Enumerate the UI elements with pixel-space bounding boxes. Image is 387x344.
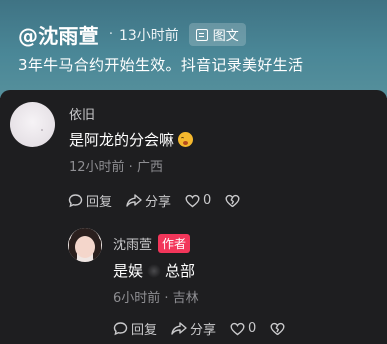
reply-icon <box>113 322 128 336</box>
share-label: 分享 <box>190 323 217 338</box>
like-count: 0 <box>203 193 212 208</box>
reply-button[interactable]: 回复 <box>113 319 157 338</box>
share-label: 分享 <box>145 195 172 210</box>
reply-button[interactable]: 回复 <box>68 191 112 210</box>
author-handle[interactable]: @沈雨萱 <box>18 20 99 49</box>
comment-username[interactable]: 依旧 <box>69 104 95 123</box>
reply-username[interactable]: 沈雨萱 <box>113 238 152 253</box>
blurred-emoji-icon <box>147 264 162 278</box>
comment-actions: 回复 分享 0 <box>68 191 257 210</box>
broken-heart-icon <box>225 194 240 207</box>
like-button[interactable]: 0 <box>185 193 211 208</box>
post-caption: 3年牛马合约开始生效。抖音记录美好生活 <box>18 56 304 74</box>
author-avatar[interactable] <box>68 228 102 262</box>
astonished-emoji-icon <box>178 132 194 147</box>
post-title-row: @沈雨萱 · 13小时前 图文 <box>18 20 246 49</box>
share-button[interactable]: 分享 <box>126 191 171 210</box>
reply-actions: 回复 分享 0 <box>113 319 302 338</box>
reply-meta: 6小时前 · 吉林 <box>113 291 199 306</box>
comment-meta: 12小时前 · 广西 <box>69 160 163 175</box>
like-button[interactable]: 0 <box>230 321 256 336</box>
post-time: 13小时前 <box>118 27 179 44</box>
like-count: 0 <box>248 321 257 336</box>
comment-text: 是阿龙的分会嘛 <box>69 129 194 150</box>
comment-text-content: 是阿龙的分会嘛 <box>69 131 175 149</box>
avatar[interactable] <box>10 102 55 147</box>
share-icon <box>171 322 187 335</box>
reply-text-part1: 是娱 <box>113 262 144 280</box>
post-header: @沈雨萱 · 13小时前 图文 3年牛马合约开始生效。抖音记录美好生活 <box>0 0 387 98</box>
reply-username-row: 沈雨萱 作者 <box>113 234 191 253</box>
heart-icon <box>185 194 200 207</box>
dislike-button[interactable] <box>270 322 288 336</box>
image-text-icon <box>195 28 208 41</box>
separator-dot: · <box>108 27 113 42</box>
share-icon <box>126 194 142 207</box>
author-badge: 作者 <box>158 234 191 253</box>
heart-icon <box>230 322 245 335</box>
reply-text: 是娱 总部 <box>113 260 195 281</box>
share-button[interactable]: 分享 <box>171 319 216 338</box>
broken-heart-icon <box>270 322 285 335</box>
post-type-tag: 图文 <box>188 23 246 46</box>
reply-icon <box>68 194 83 208</box>
reply-text-part2: 总部 <box>165 262 196 280</box>
reply-label: 回复 <box>131 323 158 338</box>
reply-label: 回复 <box>86 195 113 210</box>
post-type-label: 图文 <box>212 29 239 44</box>
dislike-button[interactable] <box>225 194 243 208</box>
